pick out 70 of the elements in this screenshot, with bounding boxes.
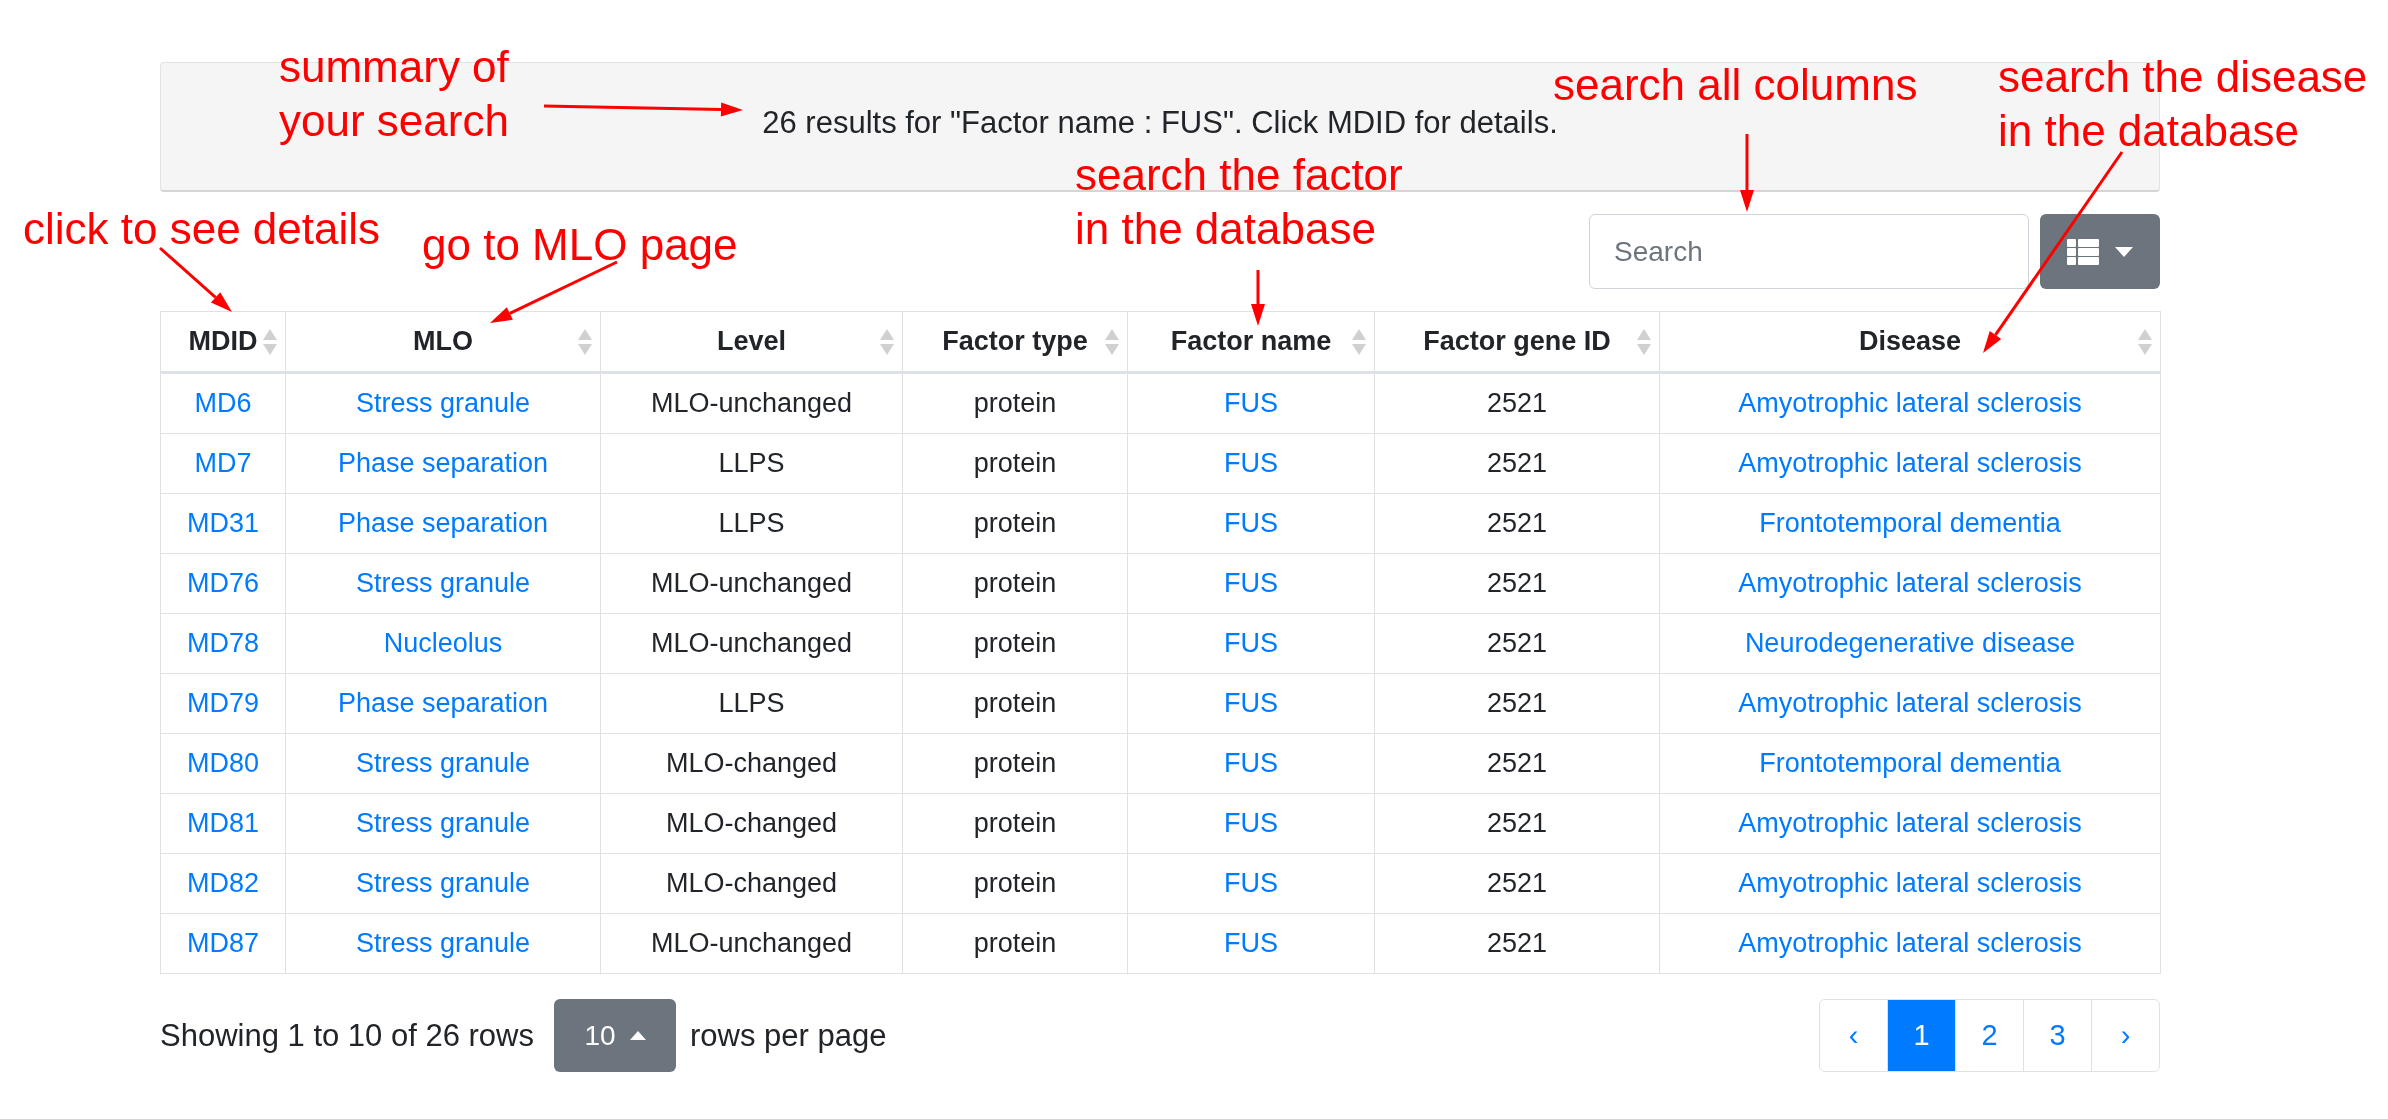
table-cell: MLO-unchanged xyxy=(600,553,903,614)
table-link[interactable]: FUS xyxy=(1224,448,1278,478)
table-cell: MLO-unchanged xyxy=(600,913,903,974)
caret-icon xyxy=(629,1031,646,1040)
table-cell: LLPS xyxy=(600,493,903,554)
sort-icon[interactable] xyxy=(1105,328,1119,355)
table-cell: LLPS xyxy=(600,673,903,734)
column-header[interactable]: Level xyxy=(716,326,786,356)
table-cell: 2521 xyxy=(1374,673,1660,734)
table-link[interactable]: FUS xyxy=(1224,508,1278,538)
caret-icon xyxy=(2115,246,2133,257)
sort-icon[interactable] xyxy=(263,328,277,355)
table-cell: 2521 xyxy=(1374,372,1660,434)
sort-icon[interactable] xyxy=(1637,328,1651,355)
sort-icon[interactable] xyxy=(1352,328,1366,355)
table-link[interactable]: FUS xyxy=(1224,628,1278,658)
column-header[interactable]: MLO xyxy=(413,326,473,356)
table-cell: 2521 xyxy=(1374,793,1660,854)
search-field[interactable]: Search xyxy=(1589,214,2029,289)
sort-icon[interactable] xyxy=(2138,328,2152,355)
table-link[interactable]: FUS xyxy=(1224,388,1278,418)
table-link[interactable]: FUS xyxy=(1224,808,1278,838)
page-size-button[interactable]: 10 xyxy=(553,999,676,1072)
page-link[interactable]: 2 xyxy=(1955,1000,2023,1071)
table-cell: 2521 xyxy=(1374,913,1660,974)
table-cell: MLO-changed xyxy=(600,853,903,914)
table-link[interactable]: Nucleolus xyxy=(383,628,503,658)
table-cell: MLO-unchanged xyxy=(600,613,903,674)
annotation-arrow xyxy=(1251,270,1265,326)
table-cell: protein xyxy=(902,553,1128,614)
table-cell: protein xyxy=(902,793,1128,854)
table-cell: LLPS xyxy=(600,433,903,494)
table-cell: 2521 xyxy=(1374,553,1660,614)
annotation-text: search the disease in the database xyxy=(1998,51,2368,157)
table-cell: MLO-unchanged xyxy=(600,372,903,434)
table-cell: protein xyxy=(902,372,1128,434)
next-page-link[interactable]: › xyxy=(2091,1000,2159,1071)
columns-button[interactable] xyxy=(2040,214,2160,289)
table-link[interactable]: FUS xyxy=(1224,868,1278,898)
table-link[interactable]: FUS xyxy=(1224,568,1278,598)
previous-page-link[interactable]: ‹ xyxy=(1820,1000,1887,1071)
table-cell: protein xyxy=(902,733,1128,794)
table-cell: protein xyxy=(902,433,1128,494)
annotation-text: search the factor in the database xyxy=(1075,149,1403,255)
table-link[interactable]: FUS xyxy=(1224,688,1278,718)
column-header[interactable]: Disease xyxy=(1858,326,1962,356)
table-link[interactable]: FUS xyxy=(1224,928,1278,958)
sort-icon[interactable] xyxy=(578,328,592,355)
sort-icon[interactable] xyxy=(880,328,894,355)
page-link[interactable]: 3 xyxy=(2023,1000,2091,1071)
showing-text: Showing 1 to 10 of 26 rows xyxy=(160,1017,534,1054)
table-cell: protein xyxy=(902,613,1128,674)
table-cell: 2521 xyxy=(1374,613,1660,674)
annotation-text: go to MLO page xyxy=(422,219,738,271)
table-cell: protein xyxy=(902,913,1128,974)
table-link[interactable]: FUS xyxy=(1224,748,1278,778)
rows-per-page-text: rows per page xyxy=(689,1017,887,1054)
table-cell: MLO-changed xyxy=(600,793,903,854)
page-link[interactable]: 1 xyxy=(1887,1000,1955,1071)
table-cell: 2521 xyxy=(1374,433,1660,494)
table-cell: 2521 xyxy=(1374,733,1660,794)
table-cell: protein xyxy=(902,853,1128,914)
table-cell: MLO-changed xyxy=(600,733,903,794)
table-cell: protein xyxy=(902,493,1128,554)
table-cell: 2521 xyxy=(1374,493,1660,554)
annotation-text: click to see details xyxy=(23,203,381,255)
grid-icon xyxy=(2067,238,2099,265)
table-cell: protein xyxy=(902,673,1128,734)
table-cell: 2521 xyxy=(1374,853,1660,914)
annotation-text: summary of your search xyxy=(279,41,509,147)
